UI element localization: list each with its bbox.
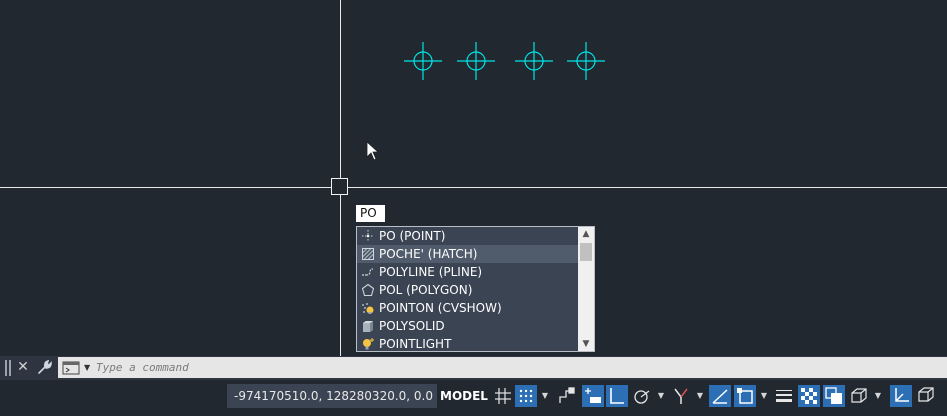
chevron-down-icon[interactable]: ▼: [759, 390, 769, 402]
polar-tracking-icon: [634, 390, 650, 404]
model-space-button[interactable]: MODEL: [440, 384, 488, 408]
polyline-icon: [362, 268, 374, 276]
isometric-drafting-button[interactable]: [670, 385, 692, 407]
polar-tracking-button[interactable]: [631, 385, 653, 407]
crosshair-horizontal: [0, 187, 947, 188]
osnap-icon: [737, 388, 753, 404]
coordinates-readout[interactable]: -974170510.0, 128280320.0, 0.0: [227, 384, 437, 408]
pointcloud-icon: [362, 303, 374, 314]
chevron-down-icon[interactable]: ▼: [540, 390, 550, 402]
dynamic-input-icon: [585, 388, 601, 403]
infer-constraints-icon: [559, 387, 575, 403]
isodraft-icon: [674, 388, 688, 404]
selection-cycling-icon: [825, 387, 842, 404]
autocomplete-item[interactable]: PO (POINT): [357, 227, 578, 245]
object-snap-button[interactable]: [734, 385, 756, 407]
point-marker: [457, 42, 495, 80]
autocomplete-item[interactable]: POLYLINE (PLINE): [357, 263, 578, 281]
command-prompt-icon[interactable]: [62, 361, 82, 375]
polysolid-icon: [363, 321, 373, 332]
point-marker: [404, 42, 442, 80]
chevron-down-icon[interactable]: ▼: [656, 390, 666, 402]
close-icon[interactable]: ✕: [16, 358, 30, 376]
autocomplete-item[interactable]: POCHE' (HATCH): [357, 245, 578, 263]
autocomplete-item[interactable]: POLYSOLID: [357, 317, 578, 335]
snap-toggle-button[interactable]: [515, 385, 537, 407]
object-snap-tracking-button[interactable]: [709, 385, 731, 407]
selection-filter-icon: [918, 387, 934, 402]
point-marker: [567, 42, 605, 80]
mouse-pointer-icon: [366, 141, 380, 161]
chevron-down-icon[interactable]: ▼: [84, 363, 90, 372]
light-bulb-icon: [363, 338, 374, 350]
command-autocomplete-list[interactable]: PO (POINT) POCHE' (HATCH) POLYLINE (PLIN…: [356, 226, 595, 352]
autocomplete-item[interactable]: POINTLIGHT: [357, 335, 578, 353]
selection-filter-button[interactable]: [915, 385, 937, 407]
autocomplete-item[interactable]: POINTON (CVSHOW): [357, 299, 578, 317]
3d-object-snap-button[interactable]: [848, 385, 870, 407]
lineweight-icon: [776, 390, 792, 402]
scroll-down-icon[interactable]: ▼: [578, 337, 594, 351]
infer-constraints-button[interactable]: [556, 385, 578, 407]
osnap-tracking-icon: [712, 389, 728, 404]
lineweight-button[interactable]: [773, 385, 795, 407]
autocomplete-item[interactable]: POL (POLYGON): [357, 281, 578, 299]
dynamic-input-button[interactable]: [582, 385, 604, 407]
transparency-icon: [801, 388, 817, 404]
wrench-icon[interactable]: [36, 358, 54, 376]
autocomplete-scrollbar[interactable]: ▲ ▼: [578, 227, 594, 351]
point-icon: [362, 230, 374, 242]
grid-icon: [495, 388, 511, 404]
chevron-down-icon[interactable]: ▼: [873, 390, 883, 402]
chevron-down-icon[interactable]: ▼: [695, 390, 705, 402]
selection-cycling-button[interactable]: [823, 385, 845, 407]
transparency-button[interactable]: [798, 385, 820, 407]
polygon-icon: [361, 283, 375, 297]
hatch-icon: [362, 248, 374, 260]
grip-handle-icon[interactable]: [5, 359, 11, 377]
snap-dots-icon: [519, 389, 533, 403]
ortho-icon: [610, 388, 624, 404]
command-input-placeholder: Type a command: [96, 361, 189, 374]
dynamic-ucs-icon: [895, 388, 909, 402]
scroll-up-icon[interactable]: ▲: [578, 227, 594, 241]
cursor-pickbox: [331, 178, 348, 195]
ortho-mode-button[interactable]: [606, 385, 628, 407]
3d-osnap-icon: [851, 388, 867, 403]
scroll-thumb[interactable]: [580, 243, 592, 261]
point-marker: [515, 42, 553, 80]
dynamic-input-tooltip: PO: [356, 205, 385, 222]
grid-toggle-button[interactable]: [492, 385, 514, 407]
command-input-field[interactable]: [58, 357, 947, 378]
dynamic-ucs-button[interactable]: [890, 385, 912, 407]
